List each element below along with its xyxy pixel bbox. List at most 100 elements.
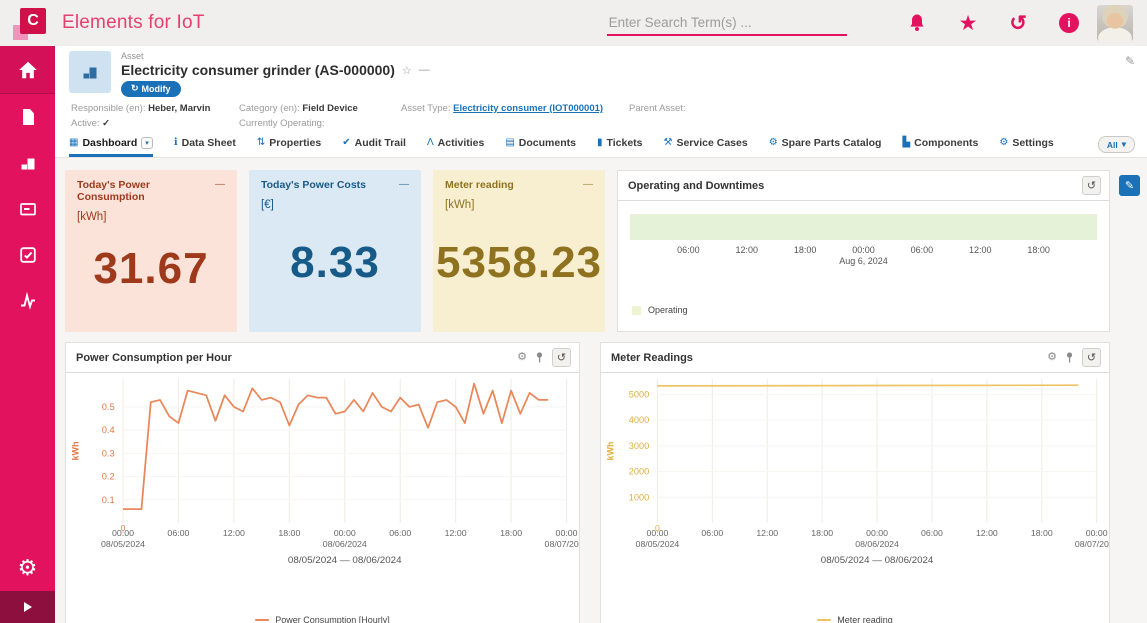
chart-settings-gear-icon[interactable]: ⚙ [517,352,527,363]
svg-text:0: 0 [121,523,126,533]
properties-icon: ⇅ [257,138,265,148]
svg-text:12:00: 12:00 [756,528,778,538]
operating-legend: Operating [632,305,1109,315]
search-input[interactable] [607,11,847,36]
tab-label: Spare Parts Catalog [782,137,882,149]
tab-settings[interactable]: ⚙Settings [999,137,1053,157]
sidebar-item-assets[interactable] [0,140,55,186]
kpi-card-today-s-power-costs: Today's Power Costs—[€]8.33 [249,170,421,332]
chevron-down-icon: ▾ [1122,139,1126,150]
reset-zoom-icon[interactable]: ↺ [1082,348,1101,367]
history-icon[interactable]: ↺ [1009,13,1027,34]
reset-zoom-icon[interactable]: ↺ [552,348,571,367]
sidebar-expand-button[interactable] [0,591,55,623]
expand-arrow-icon [24,602,32,612]
logo-letter: C [20,8,46,34]
kpi-title: Today's Power Costs [261,179,399,191]
collapse-icon[interactable]: — [419,64,430,76]
svg-text:06:00: 06:00 [701,528,723,538]
activities-icon: Λ [427,138,434,148]
pin-icon[interactable] [536,352,543,363]
tab-components[interactable]: ▙Components [902,137,978,157]
favorites-star-icon[interactable]: ★ [959,13,978,34]
field-value[interactable]: Electricity consumer (IOT000001) [453,103,603,114]
tab-spare-parts-catalog[interactable]: ⚙Spare Parts Catalog [769,137,882,157]
user-avatar[interactable] [1097,5,1133,41]
svg-text:00:00: 00:00 [866,528,888,538]
tab-filter-all[interactable]: All ▾ [1098,136,1135,153]
field-value: Heber, Marvin [148,103,210,114]
field-active: Active: ✓ [71,118,239,129]
components-icon: ▙ [902,138,910,148]
timeline-tick: 12:00 [969,245,992,255]
svg-text:06:00: 06:00 [389,528,411,538]
sidebar: ⚙ [0,46,55,623]
edit-pencil-icon[interactable]: ✎ [1125,54,1135,68]
sidebar-item-documents[interactable] [0,94,55,140]
chart-settings-gear-icon[interactable]: ⚙ [1047,352,1057,363]
minimize-icon[interactable]: — [215,179,225,190]
legend-label: Operating [648,305,688,315]
tab-documents[interactable]: ▤Documents [505,137,576,157]
bar-steps-icon [18,153,38,173]
kpi-title: Today's Power Consumption [77,179,215,203]
sidebar-item-home[interactable] [0,46,55,94]
timeline-tick: 12:00 [735,245,758,255]
field-asset-type: Asset Type: Electricity consumer (IOT000… [401,103,629,114]
svg-text:08/05/2024 — 08/06/2024: 08/05/2024 — 08/06/2024 [821,555,934,566]
field-label: Currently Operating: [239,118,325,129]
sidebar-item-cards[interactable] [0,186,55,232]
pulse-icon [18,291,38,311]
dashboard-icon: ▦ [69,138,78,148]
tab-tickets[interactable]: ▮Tickets [597,137,643,157]
meter-readings-chart-card: Meter Readings ⚙ ↺ 100020003000400050000… [600,342,1110,623]
field-label: Category (en): [239,103,302,114]
sidebar-item-activity[interactable] [0,278,55,324]
edit-dashboard-button[interactable]: ✎ [1119,175,1140,196]
notifications-bell-icon[interactable] [907,13,927,33]
svg-text:00:00: 00:00 [556,528,578,538]
minimize-icon[interactable]: — [583,179,593,190]
modify-button[interactable]: ↻ Modify [121,81,181,97]
svg-text:00:00: 00:00 [1086,528,1108,538]
tab-service-cases[interactable]: ⚒Service Cases [664,137,748,157]
favorite-star-icon[interactable]: ☆ [402,64,412,77]
check-square-icon [18,245,38,265]
svg-text:12:00: 12:00 [223,528,245,538]
tab-activities[interactable]: ΛActivities [427,137,484,157]
tab-dropdown-caret[interactable]: ▾ [141,137,153,149]
minimize-icon[interactable]: — [399,179,409,190]
tab-dashboard[interactable]: ▦Dashboard▾ [69,137,153,157]
tab-label: Service Cases [676,137,747,149]
tab-properties[interactable]: ⇅Properties [257,137,321,157]
timeline-tick: 06:00 [911,245,934,255]
legend-label: Meter reading [837,615,893,623]
data-sheet-icon: ℹ [174,138,178,148]
kpi-card-today-s-power-consumption: Today's Power Consumption—[kWh]31.67 [65,170,237,332]
svg-text:08/06/2024: 08/06/2024 [323,539,367,549]
svg-text:0.1: 0.1 [102,495,115,505]
audit-trail-icon: ✔ [342,138,350,148]
tab-audit-trail[interactable]: ✔Audit Trail [342,137,406,157]
info-icon[interactable]: i [1059,13,1079,33]
operating-timeline-bar [630,214,1097,240]
svg-text:0.3: 0.3 [102,448,115,458]
sidebar-item-settings[interactable]: ⚙ [0,545,55,591]
tab-data-sheet[interactable]: ℹData Sheet [174,137,236,157]
svg-text:06:00: 06:00 [921,528,943,538]
card-icon [18,199,38,219]
bell-icon [907,13,927,33]
reset-zoom-icon[interactable]: ↺ [1082,176,1101,195]
svg-text:08/07/2024: 08/07/2024 [1075,539,1109,549]
svg-text:08/05/2024: 08/05/2024 [636,539,680,549]
legend-swatch [632,306,641,315]
sidebar-item-tasks[interactable] [0,232,55,278]
app-logo[interactable]: C [16,8,46,38]
pin-icon[interactable] [1066,352,1073,363]
legend-label: Power Consumption [Hourly] [275,615,390,623]
timeline-tick: 00:00 [852,245,875,255]
svg-text:18:00: 18:00 [1031,528,1053,538]
svg-text:08/07/2024: 08/07/2024 [545,539,579,549]
meter-readings-chart: 1000200030004000500000:0008/05/202406:00… [601,373,1109,573]
asset-title: Electricity consumer grinder (AS-000000) [121,62,395,78]
